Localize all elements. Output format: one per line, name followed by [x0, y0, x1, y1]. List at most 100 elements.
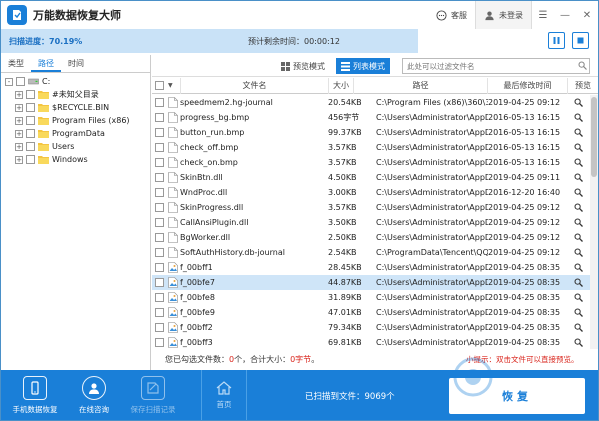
preview-magnifier-icon[interactable] [574, 338, 583, 347]
table-scrollbar[interactable] [590, 95, 598, 349]
table-row[interactable]: CallAnsiPlugin.dll 3.50KB C:\Users\Adminis… [152, 215, 598, 230]
table-row[interactable]: button_run.bmp 99.37KB C:\Users\Administra… [152, 125, 598, 140]
row-checkbox[interactable] [155, 338, 164, 347]
stop-scan-button[interactable] [572, 32, 589, 49]
row-checkbox[interactable] [155, 98, 164, 107]
row-checkbox[interactable] [155, 113, 164, 122]
preview-magnifier-icon[interactable] [574, 293, 583, 302]
home-button[interactable]: 首页 [201, 370, 247, 420]
save-scan-record-button[interactable]: 保存扫描记录 [125, 370, 181, 420]
tree-node-folder[interactable]: + $RECYCLE.BIN [15, 101, 109, 114]
tree-node-folder[interactable]: + ProgramData [15, 127, 105, 140]
table-row[interactable]: f_00bff2 79.34KB C:\Users\Administrator\Ap… [152, 320, 598, 335]
table-row[interactable]: check_off.bmp 3.57KB C:\Users\Administrato… [152, 140, 598, 155]
preview-magnifier-icon[interactable] [574, 203, 583, 212]
tree-node-folder[interactable]: + #未知父目录 [15, 88, 99, 101]
tree-expander-icon[interactable]: + [15, 142, 23, 151]
menu-button[interactable]: ☰ [532, 1, 554, 29]
header-size[interactable]: 大小 [328, 78, 353, 94]
row-checkbox[interactable] [155, 173, 164, 182]
tree-expander-icon[interactable]: + [15, 103, 23, 112]
table-row[interactable]: check_on.bmp 3.57KB C:\Users\Administrator… [152, 155, 598, 170]
row-checkbox[interactable] [155, 203, 164, 212]
row-checkbox[interactable] [155, 248, 164, 257]
tree-expander-icon[interactable]: - [5, 77, 13, 86]
tree-node-folder[interactable]: + Program Files (x86) [15, 114, 130, 127]
table-row[interactable]: BgWorker.dll 2.50KB C:\Users\Administrator… [152, 230, 598, 245]
filter-input[interactable] [402, 58, 590, 74]
header-path[interactable]: 路径 [353, 78, 487, 94]
customer-service-button[interactable]: 客服 [436, 9, 467, 21]
table-row[interactable]: SkinProgress.dll 3.57KB C:\Users\Administr… [152, 200, 598, 215]
row-checkbox[interactable] [155, 278, 164, 287]
preview-mode-button[interactable]: 预览模式 [276, 58, 330, 74]
row-checkbox[interactable] [155, 218, 164, 227]
login-button[interactable]: 未登录 [475, 1, 532, 29]
preview-magnifier-icon[interactable] [574, 158, 583, 167]
table-row[interactable]: speedmem2.hg-journal 20.54KB C:\Program Fi… [152, 95, 598, 110]
row-checkbox[interactable] [155, 323, 164, 332]
tree-checkbox[interactable] [26, 90, 35, 99]
preview-magnifier-icon[interactable] [574, 113, 583, 122]
preview-magnifier-icon[interactable] [574, 308, 583, 317]
row-checkbox[interactable] [155, 143, 164, 152]
header-select-all[interactable]: ▼ [152, 78, 180, 94]
header-preview[interactable]: 预览 [567, 78, 598, 94]
table-row[interactable]: progress_bg.bmp 456字节 C:\Users\Administrat… [152, 110, 598, 125]
tree-checkbox[interactable] [26, 142, 35, 151]
row-checkbox[interactable] [155, 308, 164, 317]
row-checkbox[interactable] [155, 128, 164, 137]
table-row[interactable]: f_00bff3 69.81KB C:\Users\Administrator\Ap… [152, 335, 598, 349]
preview-magnifier-icon[interactable] [574, 98, 583, 107]
preview-magnifier-icon[interactable] [574, 128, 583, 137]
header-modified-time[interactable]: 最后修改时间 [487, 78, 567, 94]
row-checkbox[interactable] [155, 263, 164, 272]
select-all-checkbox[interactable] [155, 81, 164, 90]
minimize-button[interactable]: — [554, 1, 576, 29]
preview-magnifier-icon[interactable] [574, 248, 583, 257]
tab-path[interactable]: 路径 [31, 56, 61, 72]
search-icon[interactable] [578, 61, 587, 70]
table-row[interactable]: SkinBtn.dll 4.50KB C:\Users\Administrator\… [152, 170, 598, 185]
tree-checkbox[interactable] [26, 116, 35, 125]
row-checkbox[interactable] [155, 233, 164, 242]
online-consult-button[interactable]: 在线咨询 [69, 370, 119, 420]
tree-checkbox[interactable] [26, 103, 35, 112]
preview-magnifier-icon[interactable] [574, 173, 583, 182]
tree-node-drive[interactable]: - C: [5, 75, 50, 88]
scrollbar-thumb[interactable] [591, 97, 597, 177]
table-row[interactable]: f_00bff1 28.45KB C:\Users\Administrator\Ap… [152, 260, 598, 275]
close-button[interactable]: ✕ [576, 1, 598, 29]
row-checkbox[interactable] [155, 188, 164, 197]
tree-node-folder[interactable]: + Users [15, 140, 74, 153]
tree-expander-icon[interactable]: + [15, 129, 23, 138]
tab-time[interactable]: 时间 [61, 56, 91, 72]
preview-magnifier-icon[interactable] [574, 143, 583, 152]
tree-checkbox[interactable] [16, 77, 25, 86]
table-row[interactable]: f_00bfe7 44.87KB C:\Users\Administrator\Ap… [152, 275, 598, 290]
list-mode-button[interactable]: 列表模式 [336, 58, 390, 74]
pause-scan-button[interactable] [548, 32, 565, 49]
sort-arrow-icon[interactable]: ▼ [168, 78, 173, 94]
tree-expander-icon[interactable]: + [15, 116, 23, 125]
row-checkbox[interactable] [155, 158, 164, 167]
tree-checkbox[interactable] [26, 155, 35, 164]
tree-expander-icon[interactable]: + [15, 155, 23, 164]
tab-type[interactable]: 类型 [1, 56, 31, 72]
tree-expander-icon[interactable]: + [15, 90, 23, 99]
preview-magnifier-icon[interactable] [574, 188, 583, 197]
tree-checkbox[interactable] [26, 129, 35, 138]
table-row[interactable]: SoftAuthHistory.db-journal 2.54KB C:\Progr… [152, 245, 598, 260]
table-row[interactable]: WndProc.dll 3.00KB C:\Users\Administrator\… [152, 185, 598, 200]
header-filename[interactable]: 文件名 [180, 78, 328, 94]
row-checkbox[interactable] [155, 293, 164, 302]
preview-magnifier-icon[interactable] [574, 323, 583, 332]
phone-recover-button[interactable]: 手机数据恢复 [7, 370, 63, 420]
table-row[interactable]: f_00bfe8 31.89KB C:\Users\Administrator\Ap… [152, 290, 598, 305]
tree-node-folder[interactable]: + Windows [15, 153, 88, 166]
preview-magnifier-icon[interactable] [574, 218, 583, 227]
preview-magnifier-icon[interactable] [574, 278, 583, 287]
preview-magnifier-icon[interactable] [574, 233, 583, 242]
preview-magnifier-icon[interactable] [574, 263, 583, 272]
table-row[interactable]: f_00bfe9 47.01KB C:\Users\Administrator\Ap… [152, 305, 598, 320]
